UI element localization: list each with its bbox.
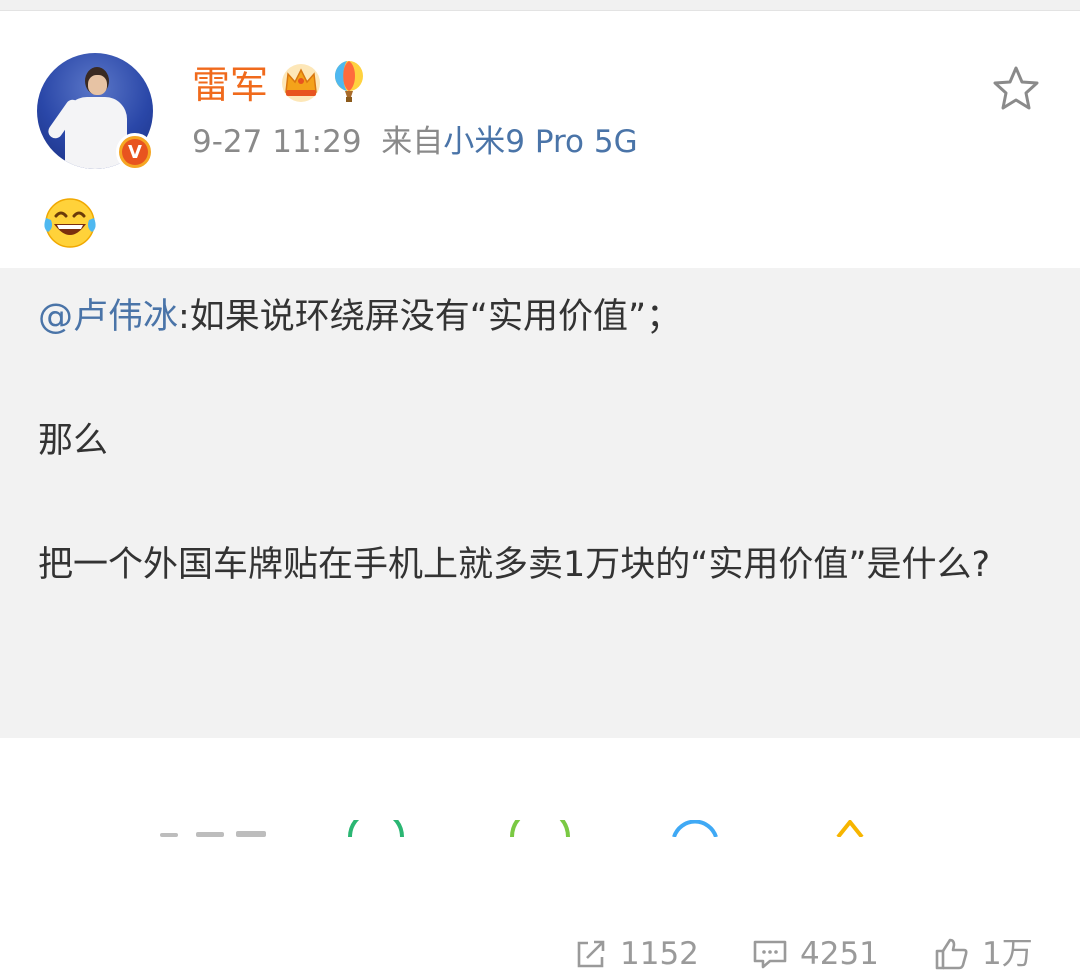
bottom-yellow-icon	[836, 820, 864, 837]
quote-line-2: 那么	[38, 421, 109, 461]
bottom-green-icon	[348, 820, 404, 837]
device-link[interactable]: 小米9 Pro 5G	[443, 124, 637, 160]
balloon-icon[interactable]	[329, 60, 369, 104]
repost-count-button[interactable]: 1152	[574, 932, 699, 976]
bottom-orange-icon	[510, 820, 570, 837]
laughing-tears-icon	[44, 198, 96, 248]
quote-line-3: 把一个外国车牌贴在手机上就多卖1万块的“实用价值”是什么?	[38, 545, 991, 585]
like-count: 1万	[982, 936, 1033, 972]
post-meta: 9-27 11:29 来自小米9 Pro 5G	[192, 120, 638, 164]
comment-count: 4251	[800, 936, 879, 972]
verified-badge-letter: V	[122, 139, 148, 165]
mention-link[interactable]: @卢伟冰	[38, 297, 178, 337]
source-prefix: 来自	[381, 124, 444, 160]
quote-line-1: :如果说环绕屏没有“实用价值”；	[178, 297, 682, 337]
repost-count: 1152	[620, 936, 699, 972]
like-count-button[interactable]: 1万	[934, 932, 1033, 976]
star-icon[interactable]	[990, 64, 1042, 114]
quoted-post[interactable]: @卢伟冰:如果说环绕屏没有“实用价值”； 那么 把一个外国车牌贴在手机上就多卖1…	[0, 268, 1080, 972]
top-divider	[0, 0, 1080, 11]
bottom-text-fragment	[160, 831, 266, 837]
comment-icon	[753, 940, 787, 969]
bottom-blue-icon	[672, 820, 718, 837]
post-time: 9-27 11:29	[192, 124, 362, 160]
author-name[interactable]: 雷军	[192, 60, 268, 110]
thumbs-up-icon	[935, 938, 968, 970]
repost-icon	[577, 940, 605, 968]
bottom-toolbar	[160, 820, 864, 837]
comment-count-button[interactable]: 4251	[752, 932, 879, 976]
verified-badge-icon: V	[116, 133, 154, 171]
crown-icon[interactable]	[279, 62, 323, 104]
quoted-post-text: @卢伟冰:如果说环绕屏没有“实用价值”； 那么 把一个外国车牌贴在手机上就多卖1…	[38, 286, 1048, 596]
